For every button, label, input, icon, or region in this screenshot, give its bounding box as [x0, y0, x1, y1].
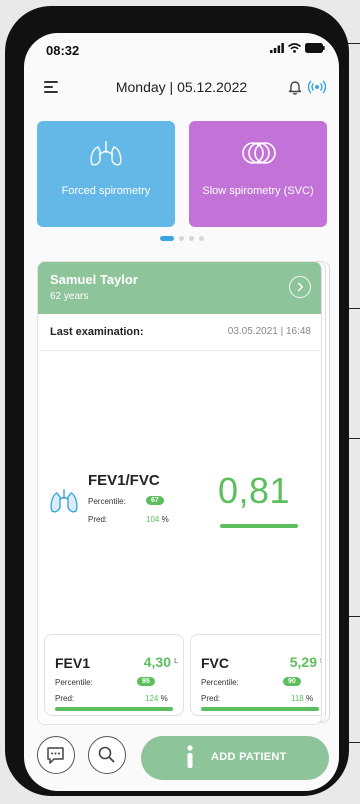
- lungs-icon: [90, 141, 122, 166]
- top-bar: Monday | 05.12.2022: [24, 73, 339, 103]
- patient-age: 62 years: [50, 291, 89, 302]
- bell-icon[interactable]: [287, 79, 303, 95]
- pred-value: 104 %: [146, 515, 169, 524]
- carousel-dot[interactable]: [189, 236, 194, 241]
- ratio-title: FEV1/FVC: [88, 472, 160, 489]
- patient-header[interactable]: Samuel Taylor 62 years: [38, 262, 321, 314]
- percentile-label: Percentile:: [88, 497, 126, 506]
- percentile-badge: 90: [283, 677, 301, 686]
- carousel-indicator: [160, 236, 204, 241]
- carousel-dot[interactable]: [160, 236, 174, 241]
- last-examination-label: Last examination:: [50, 326, 144, 338]
- chat-button[interactable]: [37, 736, 75, 774]
- fev1-fvc-ratio-section: FEV1/FVC Percentile: 67 Pred: 104 % 0,81: [38, 452, 321, 542]
- search-icon: [98, 746, 115, 763]
- add-patient-button[interactable]: ADD PATIENT: [141, 736, 329, 780]
- pred-label: Pred:: [55, 694, 75, 703]
- carousel-dot[interactable]: [179, 236, 184, 241]
- metric-bar: [201, 707, 319, 711]
- mode-label: Forced spirometry: [61, 185, 151, 197]
- percentile-badge: 95: [137, 677, 155, 686]
- forced-spirometry-card[interactable]: Forced spirometry: [37, 121, 175, 227]
- slow-spirometry-card[interactable]: Slow spirometry (SVC): [189, 121, 327, 227]
- metric-title: FEV1: [55, 655, 91, 671]
- last-examination-row: Last examination: 03.05.2021 | 16:48: [38, 314, 321, 351]
- ratio-value: 0,81: [218, 470, 291, 511]
- pred-value: 118 %: [291, 694, 314, 703]
- last-examination-date: 03.05.2021 | 16:48: [227, 326, 311, 337]
- search-button[interactable]: [88, 736, 126, 774]
- patient-name: Samuel Taylor: [50, 272, 138, 287]
- wifi-icon: [288, 43, 301, 53]
- pred-label: Pred:: [201, 694, 221, 703]
- fvc-metric-card[interactable]: FVC 5,29 L Percentile: 90 Pred: 118 %: [190, 634, 321, 716]
- patient-card-stack: Samuel Taylor 62 years Last examination:…: [37, 261, 330, 725]
- cellular-signal-icon: [270, 43, 284, 53]
- pred-label: Pred:: [88, 515, 108, 524]
- percentile-label: Percentile:: [55, 678, 93, 687]
- percentile-badge: 67: [146, 496, 164, 505]
- mode-label: Slow spirometry (SVC): [202, 185, 314, 197]
- metric-unit: L: [174, 658, 178, 665]
- app-screen: 08:32 Monday | 05.12.2022 Forced spirome…: [24, 33, 339, 791]
- metric-unit: L: [320, 658, 321, 665]
- chat-icon: [47, 747, 64, 764]
- metric-value: 4,30: [143, 654, 171, 670]
- battery-icon: [305, 43, 325, 53]
- bottom-action-bar: ADD PATIENT: [24, 728, 339, 784]
- carousel-dot[interactable]: [199, 236, 204, 241]
- slow-spirometry-icon: [242, 142, 276, 164]
- lungs-icon: [50, 489, 78, 513]
- person-icon: [187, 745, 193, 768]
- system-icons: [270, 43, 325, 53]
- metric-value: 5,29: [289, 654, 317, 670]
- add-patient-label: ADD PATIENT: [211, 751, 287, 763]
- status-time: 08:32: [46, 43, 80, 58]
- chevron-right-icon[interactable]: [289, 276, 311, 298]
- percentile-label: Percentile:: [201, 678, 239, 687]
- bluetooth-connection-icon[interactable]: [307, 77, 327, 97]
- phone-frame: 08:32 Monday | 05.12.2022 Forced spirome…: [5, 6, 349, 796]
- ratio-bar: [220, 524, 298, 528]
- status-bar: 08:32: [24, 33, 339, 65]
- pred-value: 124 %: [145, 694, 168, 703]
- metric-title: FVC: [201, 655, 229, 671]
- fev1-metric-card[interactable]: FEV1 4,30 L Percentile: 95 Pred: 124 %: [44, 634, 184, 716]
- patient-card[interactable]: Samuel Taylor 62 years Last examination:…: [37, 261, 322, 725]
- metric-bar: [55, 707, 173, 711]
